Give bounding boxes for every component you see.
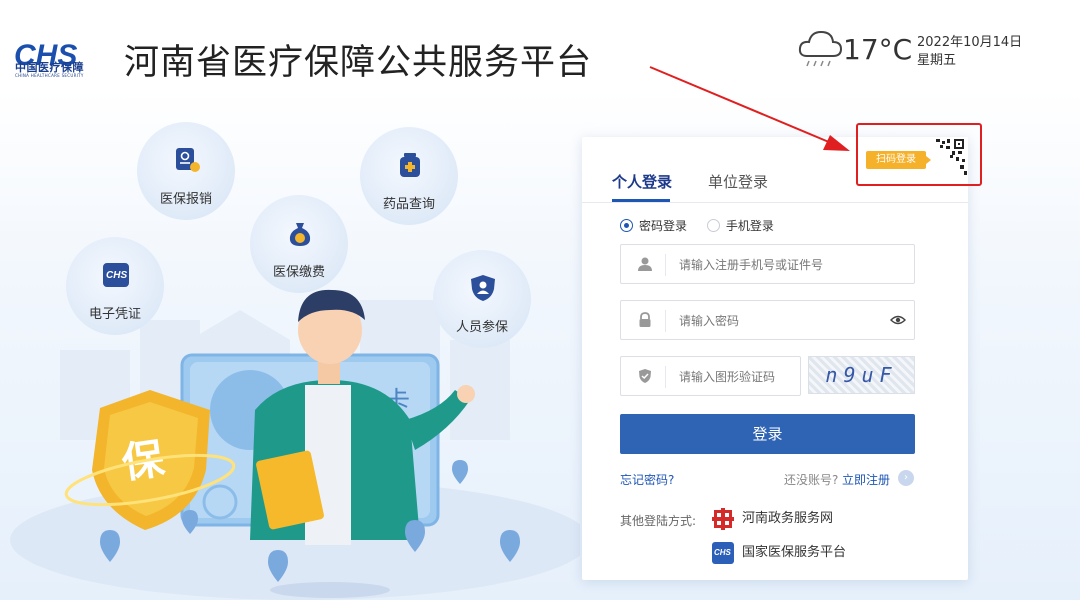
captcha-field (620, 356, 801, 396)
e-certificate-icon: CHS (103, 263, 129, 287)
service-medicine[interactable]: 药品查询 (360, 127, 458, 225)
alt-login-label: 河南政务服务网 (742, 511, 834, 526)
active-tab-indicator (612, 199, 670, 202)
date-display: 2022年10月14日 星期五 (917, 34, 1022, 70)
service-reimburse[interactable]: 医保报销 (137, 122, 235, 220)
site-title: 河南省医疗保障公共服务平台 (124, 43, 593, 83)
radio-button-checked[interactable] (620, 219, 633, 232)
no-account-text: 还没账号? (784, 473, 839, 487)
qr-highlight-box (856, 123, 982, 186)
forgot-password-link[interactable]: 忘记密码? (620, 471, 674, 488)
other-login-label: 其他登陆方式: (620, 514, 697, 528)
chevron-right-icon[interactable]: › (898, 470, 914, 486)
alt-login-label: 国家医保服务平台 (742, 545, 847, 560)
shield-check-icon (639, 369, 651, 383)
service-label: 医保缴费 (272, 265, 325, 280)
services-illustration: 卡 01150 保 (0, 110, 580, 600)
medicine-icon (400, 153, 420, 177)
national-medical-icon: CHS (712, 542, 734, 564)
reimburse-icon (176, 148, 200, 172)
user-icon (638, 257, 652, 271)
insured-person-icon (471, 275, 495, 301)
service-insured-person[interactable]: 人员参保 (433, 250, 531, 348)
captcha-input[interactable] (679, 366, 794, 388)
logo-subtext: CHINA HEALTHCARE SECURITY (15, 73, 84, 78)
radio-password-login[interactable]: 密码登录 (620, 217, 687, 234)
field-separator (665, 310, 666, 332)
account-field (620, 244, 915, 284)
date-text: 2022年10月14日 (917, 35, 1023, 50)
certificate-logo-text: CHS (106, 270, 127, 281)
service-payment[interactable]: 医保缴费 (250, 195, 348, 293)
tab-unit-login[interactable]: 单位登录 (708, 171, 768, 192)
register-link[interactable]: 立即注册 (842, 471, 890, 488)
radio-button[interactable] (706, 219, 720, 232)
radio-label: 手机登录 (725, 219, 774, 233)
header: CHS 中国医疗保障 CHINA HEALTHCARE SECURITY 河南省… (0, 0, 1080, 90)
cloud-rain-icon (798, 30, 843, 67)
service-label: 药品查询 (382, 197, 435, 212)
field-separator (665, 254, 666, 276)
password-input[interactable] (679, 310, 879, 332)
service-label: 人员参保 (455, 320, 508, 335)
henan-gov-icon (712, 508, 734, 530)
service-label: 电子凭证 (88, 307, 141, 322)
service-label: 医保报销 (159, 192, 212, 207)
service-e-certificate[interactable]: CHS 电子凭证 (66, 237, 164, 335)
payment-icon (289, 223, 311, 246)
lock-icon (639, 312, 651, 327)
background-scene: 卡 01150 保 (10, 289, 580, 600)
eye-icon[interactable] (890, 313, 906, 327)
radio-phone-login[interactable]: 手机登录 (706, 217, 774, 234)
login-mode-radios: 密码登录 手机登录 (620, 217, 790, 234)
field-separator (665, 366, 666, 388)
tab-personal-login[interactable]: 个人登录 (612, 171, 672, 192)
radio-label: 密码登录 (639, 219, 688, 233)
password-field (620, 300, 915, 340)
account-input[interactable] (679, 254, 879, 276)
national-icon-text: CHS (714, 548, 732, 557)
weekday-text: 星期五 (917, 53, 957, 68)
temperature: 17°C (843, 33, 913, 66)
login-button[interactable]: 登录 (620, 414, 915, 454)
captcha-image[interactable]: n9uF (808, 356, 915, 394)
login-card: 个人登录 单位登录 扫码登录 密码登录 手机登录 请输入注册手机号或证件号 请输… (582, 137, 968, 580)
